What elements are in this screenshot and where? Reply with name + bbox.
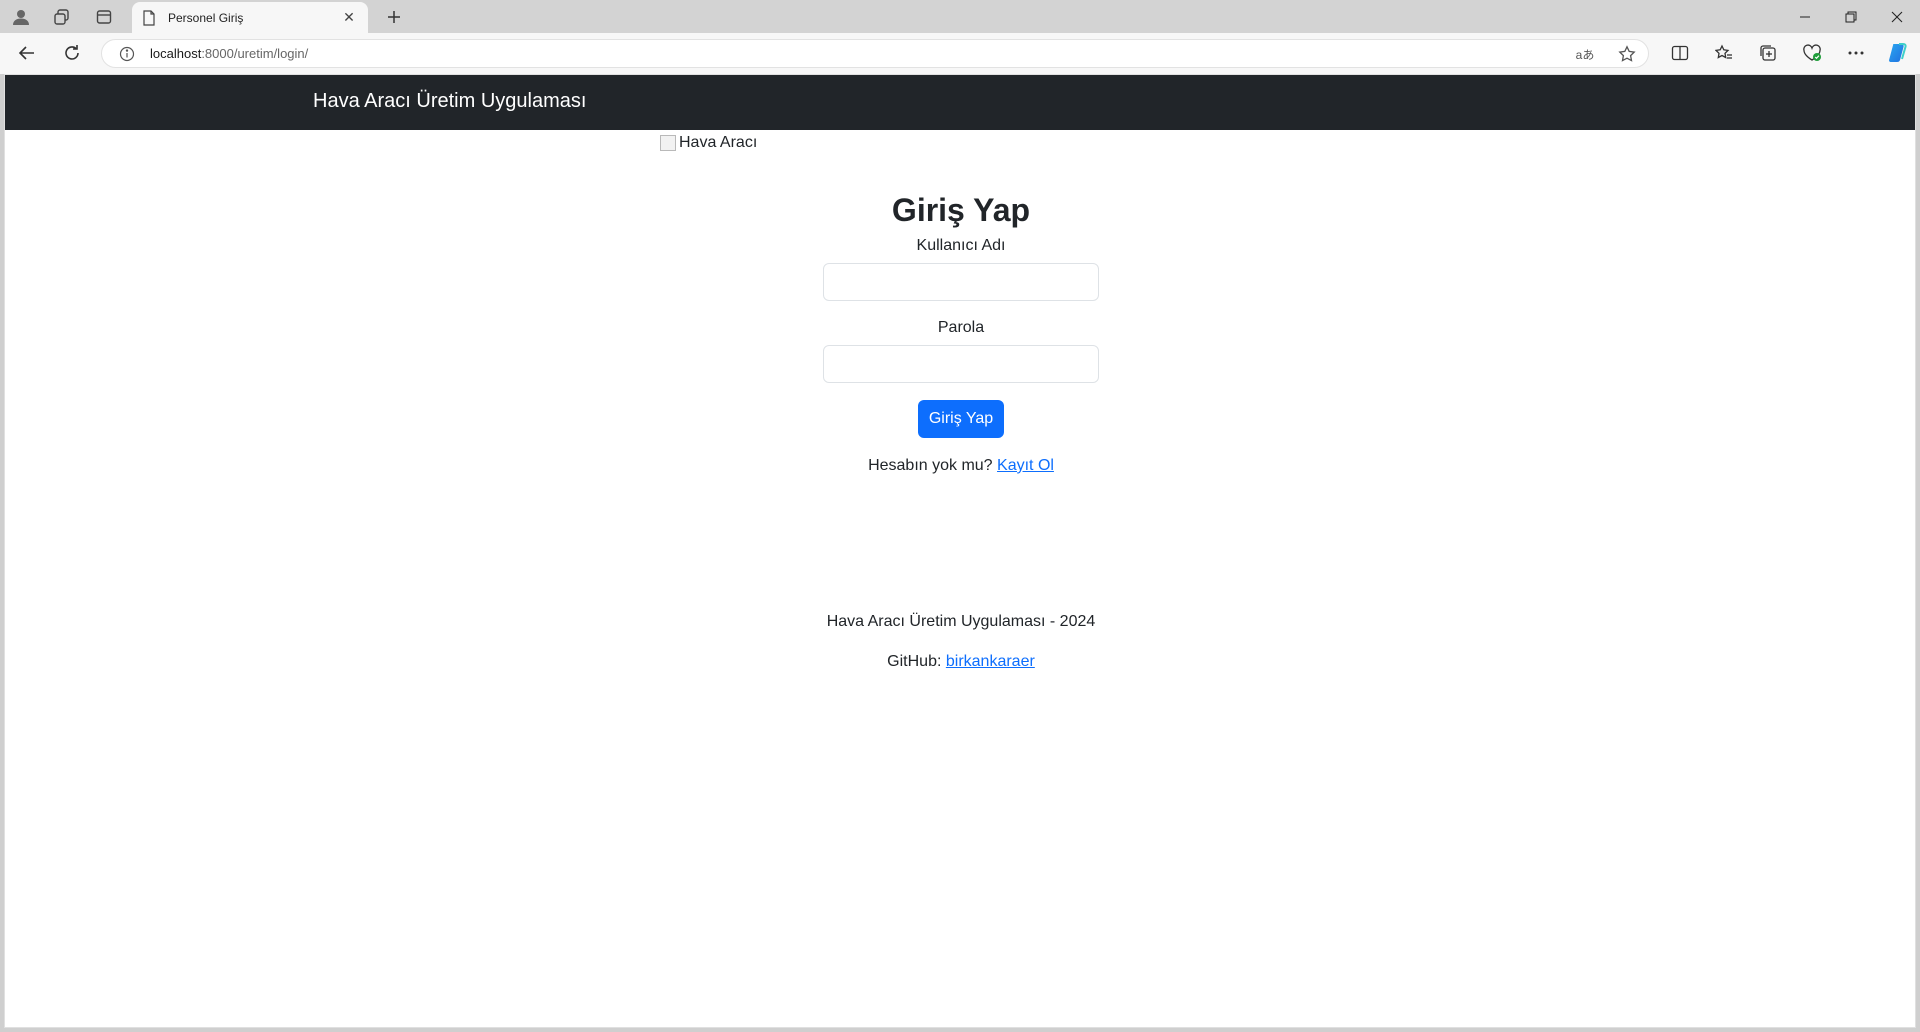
github-label: GitHub: bbox=[887, 653, 942, 670]
address-bar[interactable]: localhost:8000/uretim/login/ aあ bbox=[101, 39, 1649, 68]
navbar-brand[interactable]: Hava Aracı Üretim Uygulaması bbox=[313, 90, 586, 113]
page-footer: Hava Aracı Üretim Uygulaması - 2024 GitH… bbox=[5, 613, 1915, 693]
broken-image-icon bbox=[660, 135, 676, 151]
collections-icon[interactable] bbox=[1752, 39, 1784, 67]
image-alt-text: Hava Aracı bbox=[679, 134, 758, 151]
github-link[interactable]: birkankaraer bbox=[946, 653, 1035, 670]
copilot-icon[interactable] bbox=[1882, 39, 1914, 67]
username-label: Kullanıcı Adı bbox=[916, 237, 1006, 254]
new-tab-button[interactable] bbox=[380, 5, 408, 29]
login-button[interactable]: Giriş Yap bbox=[918, 400, 1004, 438]
signup-prompt-text: Hesabın yok mu? bbox=[868, 457, 993, 474]
top-navbar: Hava Aracı Üretim Uygulaması bbox=[5, 75, 1915, 130]
favorites-icon[interactable] bbox=[1708, 39, 1740, 67]
page-icon bbox=[142, 9, 158, 26]
more-options-icon[interactable] bbox=[1840, 39, 1872, 67]
tab-personel-giris[interactable]: Personel Giriş ✕ bbox=[132, 2, 368, 33]
username-input[interactable] bbox=[823, 263, 1099, 301]
site-info-icon[interactable] bbox=[116, 43, 138, 65]
read-aloud-icon[interactable]: aあ bbox=[1572, 43, 1598, 65]
aircraft-image-broken: Hava Aracı bbox=[660, 134, 757, 152]
tab-title: Personel Giriş bbox=[168, 10, 244, 25]
footer-github: GitHub: birkankaraer bbox=[5, 653, 1915, 671]
reload-icon[interactable] bbox=[56, 39, 88, 67]
login-title: Giriş Yap bbox=[891, 192, 1031, 228]
password-input[interactable] bbox=[823, 345, 1099, 383]
profile-icon[interactable] bbox=[5, 5, 37, 29]
favorite-star-icon[interactable] bbox=[1614, 43, 1640, 65]
close-window-icon[interactable] bbox=[1874, 0, 1920, 33]
back-icon[interactable] bbox=[11, 39, 43, 67]
browser-tab-bar: Personel Giriş ✕ bbox=[0, 0, 1920, 33]
signup-prompt: Hesabın yok mu? Kayıt Ol bbox=[5, 457, 1915, 475]
split-screen-icon[interactable] bbox=[1664, 39, 1696, 67]
footer-copyright: Hava Aracı Üretim Uygulaması - 2024 bbox=[826, 613, 1096, 630]
login-form: Giriş Yap Kullanıcı Adı Parola Giriş Yap… bbox=[5, 192, 1915, 475]
page-viewport: Hava Aracı Üretim Uygulaması Hava Aracı … bbox=[4, 74, 1916, 1028]
workspaces-icon[interactable] bbox=[46, 5, 78, 29]
url-text[interactable]: localhost:8000/uretim/login/ bbox=[150, 46, 308, 61]
browser-essentials-icon[interactable] bbox=[1796, 39, 1828, 67]
minimize-icon[interactable] bbox=[1782, 0, 1828, 33]
close-tab-icon[interactable]: ✕ bbox=[340, 9, 358, 27]
password-label: Parola bbox=[937, 319, 985, 336]
vertical-tabs-icon[interactable] bbox=[88, 5, 120, 29]
signup-link[interactable]: Kayıt Ol bbox=[997, 457, 1054, 474]
browser-toolbar: localhost:8000/uretim/login/ aあ bbox=[0, 33, 1920, 74]
restore-icon[interactable] bbox=[1828, 0, 1874, 33]
